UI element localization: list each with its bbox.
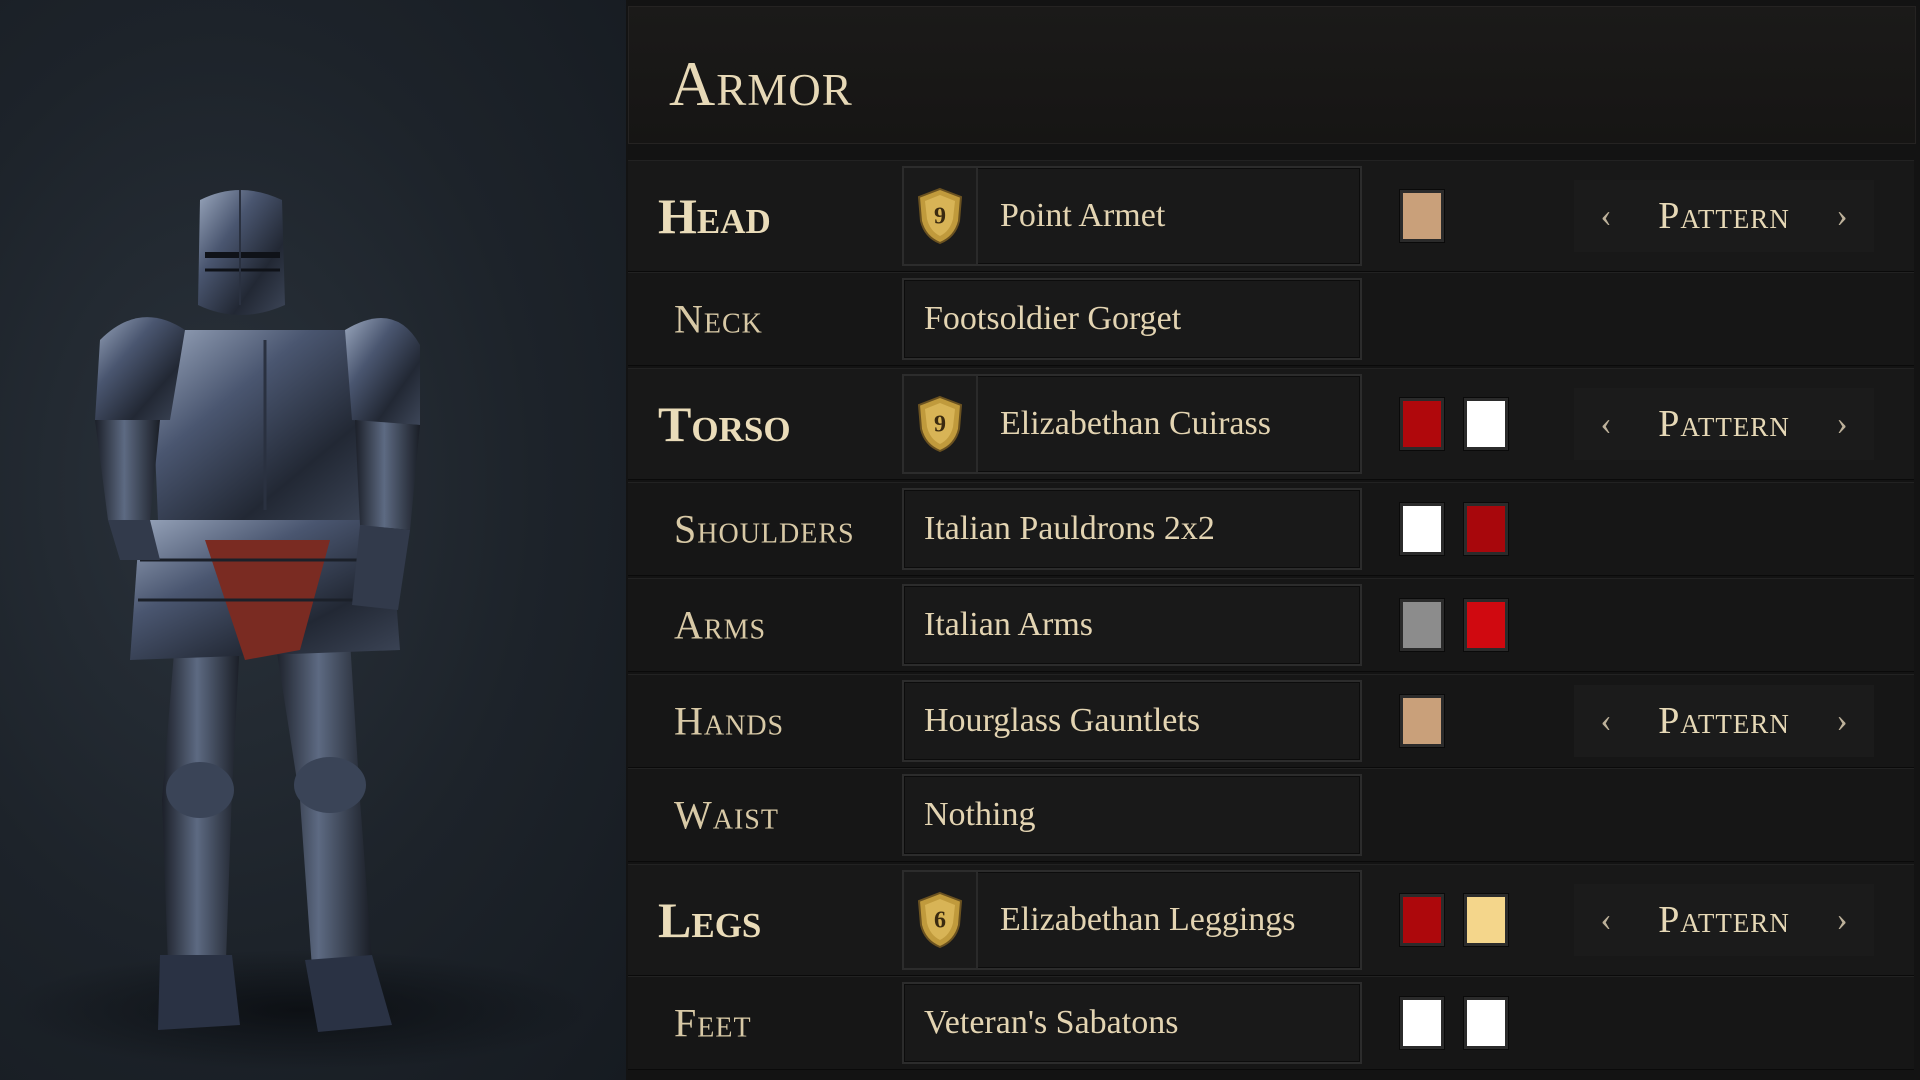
pattern-selector: ‹ Pattern › (1574, 685, 1874, 757)
chevron-right-icon[interactable]: › (1822, 890, 1862, 950)
item-name: Italian Arms (924, 606, 1094, 643)
color-swatch-1[interactable] (1400, 599, 1444, 651)
item-name: Nothing (924, 796, 1036, 833)
color-swatch-2[interactable] (1464, 894, 1508, 946)
pattern-selector: ‹ Pattern › (1574, 884, 1874, 956)
item-selector-waist[interactable]: Nothing (902, 774, 1362, 856)
armor-panel: Armor Head 9 Point Armet ‹ Pattern › Nec… (626, 0, 1920, 1080)
slot-row-waist: Waist Nothing (628, 768, 1914, 862)
item-name: Veteran's Sabatons (924, 1004, 1179, 1041)
item-selector-torso[interactable]: 9 Elizabethan Cuirass (902, 374, 1362, 474)
item-selector-arms[interactable]: Italian Arms (902, 584, 1362, 666)
crest-tier: 6 (934, 907, 946, 934)
chevron-left-icon[interactable]: ‹ (1586, 890, 1626, 950)
item-selector-hands[interactable]: Hourglass Gauntlets (902, 680, 1362, 762)
item-name: Elizabethan Cuirass (1000, 405, 1271, 442)
slot-row-arms: Arms Italian Arms (628, 578, 1914, 672)
color-swatch-2[interactable] (1464, 997, 1508, 1049)
color-swatch-1[interactable] (1400, 695, 1444, 747)
slot-label: Head (658, 188, 771, 244)
slot-row-legs: Legs 6 Elizabethan Leggings ‹ Pattern › (628, 864, 1914, 976)
chevron-right-icon[interactable]: › (1822, 394, 1862, 454)
color-swatch-1[interactable] (1400, 190, 1444, 242)
item-selector-shoulders[interactable]: Italian Pauldrons 2x2 (902, 488, 1362, 570)
color-swatch-1[interactable] (1400, 398, 1444, 450)
slot-label: Neck (674, 296, 763, 342)
color-swatch-1[interactable] (1400, 997, 1444, 1049)
crest: 6 (904, 872, 978, 968)
item-name: Hourglass Gauntlets (924, 702, 1201, 739)
pattern-selector: ‹ Pattern › (1574, 180, 1874, 252)
character-preview[interactable] (0, 0, 626, 1080)
item-selector-feet[interactable]: Veteran's Sabatons (902, 982, 1362, 1064)
chevron-right-icon[interactable]: › (1822, 186, 1862, 246)
slot-label: Hands (674, 698, 785, 744)
color-swatch-1[interactable] (1400, 894, 1444, 946)
slot-row-shoulders: Shoulders Italian Pauldrons 2x2 (628, 482, 1914, 576)
slot-label: Shoulders (674, 506, 855, 552)
panel-title: Armor (669, 48, 853, 119)
item-name: Point Armet (1000, 197, 1166, 234)
color-swatch-2[interactable] (1464, 503, 1508, 555)
slot-row-neck: Neck Footsoldier Gorget (628, 272, 1914, 366)
crest-tier: 9 (934, 203, 946, 230)
crest: 9 (904, 168, 978, 264)
item-selector-head[interactable]: 9 Point Armet (902, 166, 1362, 266)
crest: 9 (904, 376, 978, 472)
item-selector-legs[interactable]: 6 Elizabethan Leggings (902, 870, 1362, 970)
pattern-label: Pattern (1658, 195, 1790, 237)
item-name: Italian Pauldrons 2x2 (924, 510, 1215, 547)
item-name: Elizabethan Leggings (1000, 901, 1296, 938)
color-swatch-1[interactable] (1400, 503, 1444, 555)
slot-row-feet: Feet Veteran's Sabatons (628, 976, 1914, 1070)
crest-tier: 9 (934, 411, 946, 438)
slot-row-hands: Hands Hourglass Gauntlets ‹ Pattern › (628, 674, 1914, 768)
slot-label: Feet (674, 1000, 752, 1046)
slot-row-torso: Torso 9 Elizabethan Cuirass ‹ Pattern › (628, 368, 1914, 480)
slot-row-head: Head 9 Point Armet ‹ Pattern › (628, 160, 1914, 272)
chevron-left-icon[interactable]: ‹ (1586, 691, 1626, 751)
item-selector-neck[interactable]: Footsoldier Gorget (902, 278, 1362, 360)
slot-label: Waist (674, 792, 779, 838)
panel-header: Armor (628, 6, 1916, 144)
chevron-left-icon[interactable]: ‹ (1586, 186, 1626, 246)
chevron-left-icon[interactable]: ‹ (1586, 394, 1626, 454)
pattern-label: Pattern (1658, 403, 1790, 445)
chevron-right-icon[interactable]: › (1822, 691, 1862, 751)
slot-label: Legs (658, 892, 762, 948)
slot-label: Torso (658, 396, 791, 452)
slot-label: Arms (674, 602, 767, 648)
knight-model (10, 190, 590, 1070)
item-name: Footsoldier Gorget (924, 300, 1182, 337)
pattern-label: Pattern (1658, 700, 1790, 742)
pattern-label: Pattern (1658, 899, 1790, 941)
color-swatch-2[interactable] (1464, 398, 1508, 450)
pattern-selector: ‹ Pattern › (1574, 388, 1874, 460)
color-swatch-2[interactable] (1464, 599, 1508, 651)
